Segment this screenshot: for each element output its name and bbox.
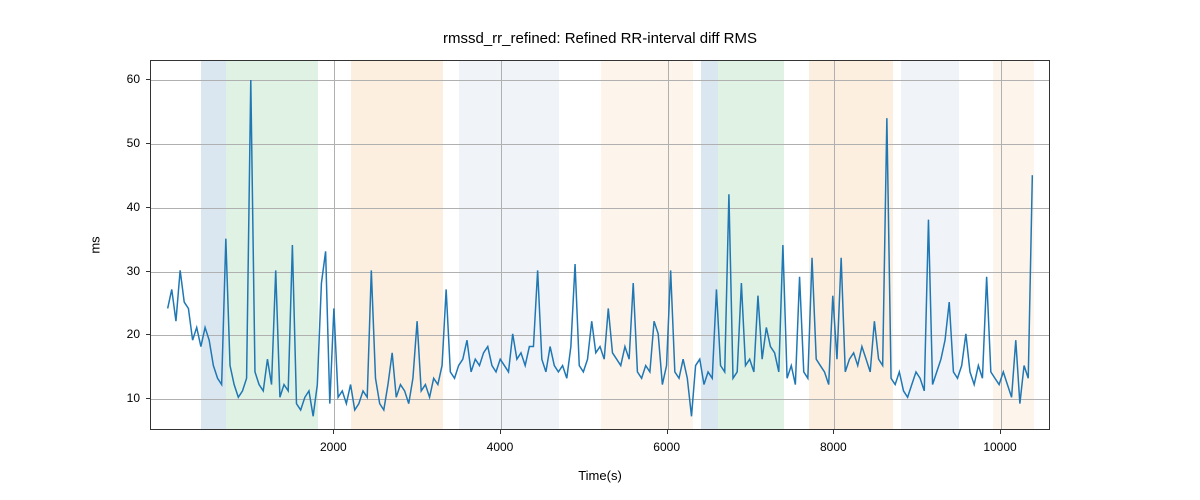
y-tick-label: 50 (127, 136, 140, 150)
plot-area (150, 60, 1050, 430)
x-tick-label: 8000 (820, 440, 847, 454)
chart-title: rmssd_rr_refined: Refined RR-interval di… (0, 30, 1200, 47)
y-tick-label: 60 (127, 72, 140, 86)
x-tick-label: 10000 (983, 440, 1016, 454)
x-tick-label: 6000 (653, 440, 680, 454)
data-line (151, 61, 1049, 429)
x-tick-label: 4000 (487, 440, 514, 454)
x-tick-label: 2000 (320, 440, 347, 454)
y-tick-label: 10 (127, 391, 140, 405)
x-axis-label: Time(s) (0, 468, 1200, 483)
y-tick-label: 20 (127, 327, 140, 341)
y-axis-label: ms (88, 236, 103, 253)
y-tick-label: 40 (127, 200, 140, 214)
y-tick-label: 30 (127, 264, 140, 278)
